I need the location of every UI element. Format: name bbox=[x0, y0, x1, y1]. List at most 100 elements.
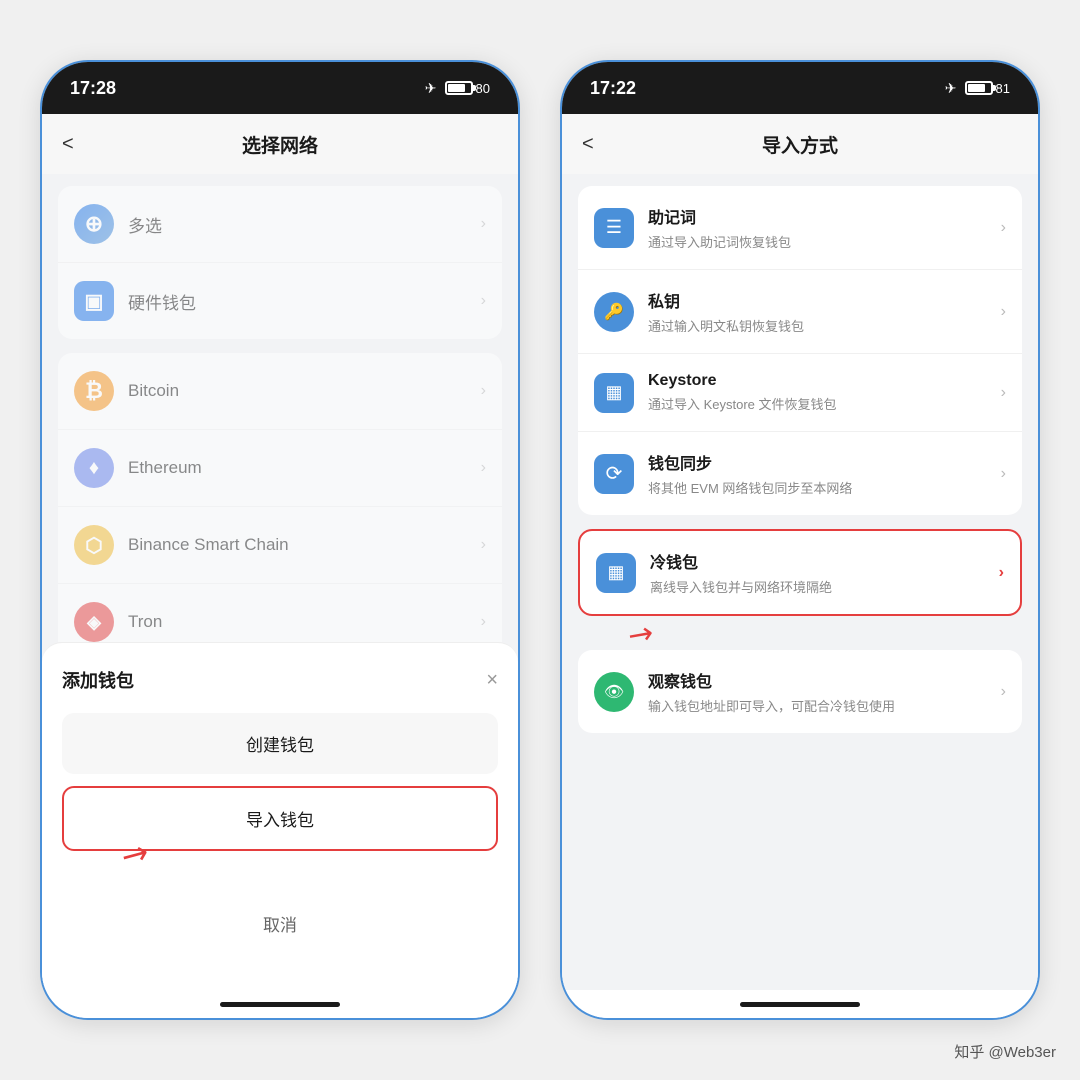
keystore-desc: 通过导入 Keystore 文件恢复钱包 bbox=[648, 394, 1001, 413]
sheet-header: 添加钱包 × bbox=[62, 667, 498, 693]
walletsync-icon: ⟳ bbox=[594, 454, 634, 494]
chevron-privatekey: › bbox=[1001, 303, 1006, 321]
mnemonic-text: 助记词 通过导入助记词恢复钱包 bbox=[648, 204, 1001, 251]
battery-fill bbox=[448, 84, 466, 92]
privatekey-name: 私钥 bbox=[648, 288, 1001, 312]
chevron-multi: › bbox=[481, 215, 486, 233]
coldwallet-name: 冷钱包 bbox=[650, 549, 999, 573]
watch-icon: 👁 bbox=[594, 672, 634, 712]
sheet-title: 添加钱包 bbox=[62, 667, 134, 693]
import-section-main: ☰ 助记词 通过导入助记词恢复钱包 › 🔑 私钥 通过输入明文私钥恢复钱包 › bbox=[578, 186, 1022, 515]
import-item-privatekey[interactable]: 🔑 私钥 通过输入明文私钥恢复钱包 › bbox=[578, 270, 1022, 354]
network-name-multi: 多选 bbox=[128, 212, 481, 237]
network-list: ⊕ 多选 › ▣ 硬件钱包 › ₿ Bi bbox=[42, 174, 518, 642]
battery-fill-right bbox=[968, 84, 986, 92]
chevron-binance: › bbox=[481, 536, 486, 554]
cold-wallet-section: ▦ 冷钱包 离线导入钱包并与网络环境隔绝 › bbox=[578, 529, 1022, 616]
home-indicator-right bbox=[562, 990, 1038, 1018]
bitcoin-icon: ₿ bbox=[74, 371, 114, 411]
network-name-tron: Tron bbox=[128, 612, 481, 632]
network-item-ethereum[interactable]: ♦ Ethereum › bbox=[58, 430, 502, 507]
status-icons-right: ✈ 81 bbox=[945, 80, 1010, 97]
right-phone: 17:22 ✈ 81 < 导入方式 ☰ 助记词 通过导入助记词 bbox=[560, 60, 1040, 1020]
chevron-walletsync: › bbox=[1001, 465, 1006, 483]
nav-header-right: < 导入方式 bbox=[562, 114, 1038, 174]
import-item-walletsync[interactable]: ⟳ 钱包同步 将其他 EVM 网络钱包同步至本网络 › bbox=[578, 432, 1022, 515]
privatekey-text: 私钥 通过输入明文私钥恢复钱包 bbox=[648, 288, 1001, 335]
create-wallet-button[interactable]: 创建钱包 bbox=[62, 713, 498, 774]
import-item-watch[interactable]: 👁 观察钱包 输入钱包地址即可导入，可配合冷钱包使用 › bbox=[578, 650, 1022, 733]
network-name-bitcoin: Bitcoin bbox=[128, 381, 481, 401]
walletsync-name: 钱包同步 bbox=[648, 450, 1001, 474]
home-indicator-left bbox=[42, 990, 518, 1018]
time-right: 17:22 bbox=[590, 78, 636, 99]
watch-name: 观察钱包 bbox=[648, 668, 1001, 692]
binance-icon: ⬡ bbox=[74, 525, 114, 565]
watch-text: 观察钱包 输入钱包地址即可导入，可配合冷钱包使用 bbox=[648, 668, 1001, 715]
close-button[interactable]: × bbox=[486, 669, 498, 692]
ethereum-icon: ♦ bbox=[74, 448, 114, 488]
chevron-keystore: › bbox=[1001, 384, 1006, 402]
network-item-multi[interactable]: ⊕ 多选 › bbox=[58, 186, 502, 263]
home-bar-right bbox=[740, 1002, 860, 1007]
cold-wallet-arrow: ↗ bbox=[628, 617, 653, 652]
airplane-icon: ✈ bbox=[425, 80, 437, 97]
time-left: 17:28 bbox=[70, 78, 116, 99]
network-item-bitcoin[interactable]: ₿ Bitcoin › bbox=[58, 353, 502, 430]
network-name-binance: Binance Smart Chain bbox=[128, 535, 481, 555]
chevron-tron: › bbox=[481, 613, 486, 631]
airplane-icon-right: ✈ bbox=[945, 80, 957, 97]
status-bar-right: 17:22 ✈ 81 bbox=[562, 62, 1038, 114]
network-item-binance[interactable]: ⬡ Binance Smart Chain › bbox=[58, 507, 502, 584]
mnemonic-name: 助记词 bbox=[648, 204, 1001, 228]
status-icons-left: ✈ 80 bbox=[425, 80, 490, 97]
page-title-right: 导入方式 bbox=[762, 131, 838, 158]
network-section-coins: ₿ Bitcoin › ♦ Ethereum › ⬡ Binance bbox=[58, 353, 502, 642]
network-name-ethereum: Ethereum bbox=[128, 458, 481, 478]
import-section-watch: 👁 观察钱包 输入钱包地址即可导入，可配合冷钱包使用 › bbox=[578, 650, 1022, 733]
privatekey-icon: 🔑 bbox=[594, 292, 634, 332]
home-bar-left bbox=[220, 1002, 340, 1007]
bottom-sheet: 添加钱包 × 创建钱包 导入钱包 ↗ 取消 bbox=[42, 642, 518, 990]
back-button-right[interactable]: < bbox=[582, 133, 594, 156]
mnemonic-desc: 通过导入助记词恢复钱包 bbox=[648, 232, 1001, 251]
coldwallet-desc: 离线导入钱包并与网络环境隔绝 bbox=[650, 577, 999, 596]
chevron-mnemonic: › bbox=[1001, 219, 1006, 237]
left-phone-content: ⊕ 多选 › ▣ 硬件钱包 › ₿ Bi bbox=[42, 174, 518, 990]
coldwallet-text: 冷钱包 离线导入钱包并与网络环境隔绝 bbox=[650, 549, 999, 596]
battery-right: 81 bbox=[965, 81, 1010, 96]
chevron-hardware: › bbox=[481, 292, 486, 310]
import-item-keystore[interactable]: ▦ Keystore 通过导入 Keystore 文件恢复钱包 › bbox=[578, 354, 1022, 432]
network-item-hardware[interactable]: ▣ 硬件钱包 › bbox=[58, 263, 502, 339]
chevron-coldwallet: › bbox=[999, 564, 1004, 582]
import-arrow-annotation: ↗ bbox=[122, 831, 149, 873]
import-list: ☰ 助记词 通过导入助记词恢复钱包 › 🔑 私钥 通过输入明文私钥恢复钱包 › bbox=[562, 174, 1038, 990]
privatekey-desc: 通过输入明文私钥恢复钱包 bbox=[648, 316, 1001, 335]
chevron-ethereum: › bbox=[481, 459, 486, 477]
status-bar-left: 17:28 ✈ 80 bbox=[42, 62, 518, 114]
import-wrapper: 导入钱包 ↗ bbox=[62, 786, 498, 851]
coldwallet-icon: ▦ bbox=[596, 553, 636, 593]
nav-header-left: < 选择网络 bbox=[42, 114, 518, 174]
keystore-text: Keystore 通过导入 Keystore 文件恢复钱包 bbox=[648, 372, 1001, 413]
keystore-icon: ▦ bbox=[594, 373, 634, 413]
battery-left: 80 bbox=[445, 81, 490, 96]
cancel-button[interactable]: 取消 bbox=[62, 893, 498, 954]
network-item-tron[interactable]: ◈ Tron › bbox=[58, 584, 502, 642]
watch-desc: 输入钱包地址即可导入，可配合冷钱包使用 bbox=[648, 696, 1001, 715]
chevron-bitcoin: › bbox=[481, 382, 486, 400]
left-phone: 17:28 ✈ 80 < 选择网络 ⊕ 多选 › bbox=[40, 60, 520, 1020]
battery-box bbox=[445, 81, 473, 95]
battery-box-right bbox=[965, 81, 993, 95]
import-item-mnemonic[interactable]: ☰ 助记词 通过导入助记词恢复钱包 › bbox=[578, 186, 1022, 270]
back-button-left[interactable]: < bbox=[62, 133, 74, 156]
network-section-top: ⊕ 多选 › ▣ 硬件钱包 › bbox=[58, 186, 502, 339]
import-item-coldwallet[interactable]: ▦ 冷钱包 离线导入钱包并与网络环境隔绝 › bbox=[580, 531, 1020, 614]
page-title-left: 选择网络 bbox=[242, 131, 318, 158]
cold-wallet-wrapper: ▦ 冷钱包 离线导入钱包并与网络环境隔绝 › ↗ bbox=[578, 529, 1022, 616]
keystore-name: Keystore bbox=[648, 372, 1001, 390]
hardware-icon: ▣ bbox=[74, 281, 114, 321]
tron-icon: ◈ bbox=[74, 602, 114, 642]
multi-icon: ⊕ bbox=[74, 204, 114, 244]
watermark: 知乎 @Web3er bbox=[954, 1041, 1056, 1062]
